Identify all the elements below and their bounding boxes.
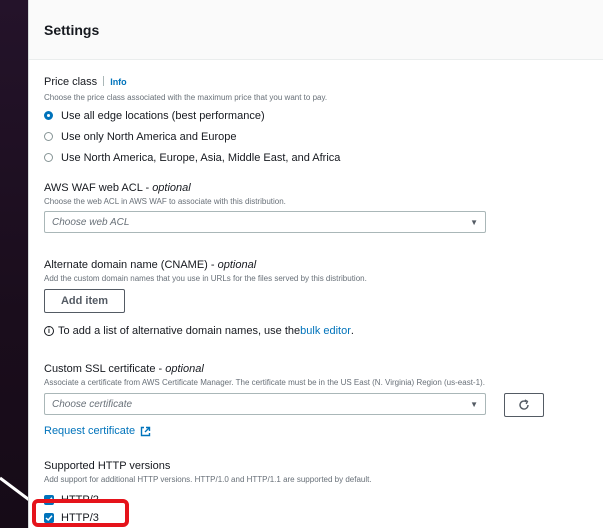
- price-class-radio-group: Use all edge locations (best performance…: [44, 105, 340, 168]
- radio-button[interactable]: [44, 132, 53, 141]
- add-item-button[interactable]: Add item: [44, 289, 125, 313]
- radio-option-label: Use only North America and Europe: [61, 130, 237, 143]
- request-certificate-label: Request certificate: [44, 425, 136, 437]
- annotation-highlight-box: [32, 499, 129, 527]
- ssl-optional: optional: [165, 363, 204, 375]
- radio-option-label: Use all edge locations (best performance…: [61, 109, 265, 122]
- cname-label: Alternate domain name (CNAME) -: [44, 259, 218, 271]
- panel-header: Settings: [29, 0, 603, 60]
- cname-note: i To add a list of alternative domain na…: [44, 325, 367, 337]
- ssl-label: Custom SSL certificate -: [44, 363, 166, 375]
- waf-field: AWS WAF web ACL - optional Choose the we…: [44, 182, 486, 233]
- price-class-description: Choose the price class associated with t…: [44, 93, 328, 102]
- info-separator: [103, 76, 105, 86]
- bulk-editor-link[interactable]: bulk editor: [300, 325, 351, 337]
- cname-optional: optional: [217, 259, 257, 271]
- radio-option-all-edge[interactable]: Use all edge locations (best performance…: [44, 105, 340, 126]
- caret-down-icon: ▼: [470, 217, 478, 227]
- ssl-field: Custom SSL certificate - optional Associ…: [44, 363, 486, 437]
- ssl-select-placeholder: Choose certificate: [52, 398, 133, 410]
- info-circle-icon: i: [44, 326, 54, 336]
- radio-option-na-eu-asia[interactable]: Use North America, Europe, Asia, Middle …: [44, 147, 340, 168]
- cname-note-text: To add a list of alternative domain name…: [58, 325, 301, 337]
- radio-option-na-europe[interactable]: Use only North America and Europe: [44, 126, 340, 147]
- cname-field: Alternate domain name (CNAME) - optional…: [44, 259, 367, 337]
- http-versions-description: Add support for additional HTTP versions…: [44, 475, 372, 484]
- price-class-label: Price class: [44, 76, 98, 88]
- waf-description: Choose the web ACL in AWS WAF to associa…: [44, 197, 286, 206]
- radio-button[interactable]: [44, 153, 53, 162]
- waf-select-placeholder: Choose web ACL: [52, 216, 130, 228]
- waf-select[interactable]: Choose web ACL ▼: [44, 211, 486, 233]
- cname-note-suffix: .: [350, 325, 354, 337]
- caret-down-icon: ▼: [470, 399, 478, 409]
- waf-optional: optional: [152, 182, 191, 194]
- radio-option-label: Use North America, Europe, Asia, Middle …: [61, 151, 341, 164]
- refresh-icon: [519, 399, 529, 410]
- http-versions-label: Supported HTTP versions: [44, 460, 171, 472]
- ssl-select[interactable]: Choose certificate ▼: [44, 393, 486, 415]
- cname-description: Add the custom domain names that you use…: [44, 274, 367, 283]
- panel-title: Settings: [44, 22, 100, 38]
- settings-panel: Settings Price class Info Choose the pric…: [28, 0, 603, 528]
- price-class-info-link[interactable]: Info: [110, 77, 127, 87]
- ssl-description: Associate a certificate from AWS Certifi…: [44, 378, 485, 387]
- radio-button-checked[interactable]: [44, 111, 53, 120]
- price-class-field: Price class Info Choose the price class a…: [44, 72, 340, 168]
- request-certificate-link[interactable]: Request certificate: [44, 425, 486, 437]
- external-link-icon: [140, 426, 151, 436]
- refresh-certificates-button[interactable]: [504, 393, 544, 417]
- waf-label: AWS WAF web ACL -: [44, 182, 153, 194]
